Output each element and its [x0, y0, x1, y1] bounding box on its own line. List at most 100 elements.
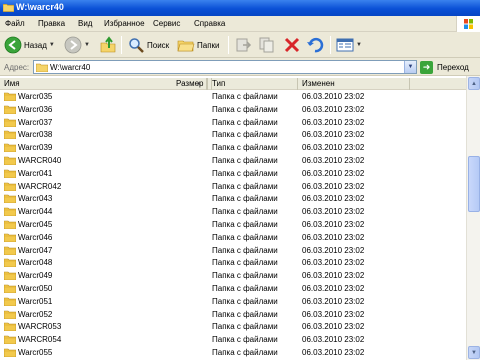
table-row[interactable]: Warcr035 Папка с файлами 06.03.2010 23:02 — [0, 90, 466, 103]
file-type: Папка с файлами — [212, 347, 278, 357]
move-to-icon — [236, 38, 252, 52]
table-row[interactable]: Warcr048 Папка с файлами 06.03.2010 23:02 — [0, 256, 466, 269]
menu-view[interactable]: Вид — [78, 19, 92, 28]
file-modified: 06.03.2010 23:02 — [302, 309, 365, 319]
file-name: WARCR040 — [18, 155, 62, 165]
folder-icon — [4, 233, 16, 242]
table-row[interactable]: WARCR042 Папка с файлами 06.03.2010 23:02 — [0, 180, 466, 193]
table-row[interactable]: Warcr037 Папка с файлами 06.03.2010 23:02 — [0, 116, 466, 129]
table-row[interactable]: Warcr038 Папка с файлами 06.03.2010 23:02 — [0, 128, 466, 141]
menu-file[interactable]: Файл — [5, 19, 25, 28]
file-modified: 06.03.2010 23:02 — [302, 117, 365, 127]
move-to-button[interactable] — [234, 35, 252, 55]
table-row[interactable]: Warcr036 Папка с файлами 06.03.2010 23:02 — [0, 103, 466, 116]
file-modified: 06.03.2010 23:02 — [302, 130, 365, 140]
table-row[interactable]: Warcr041 Папка с файлами 06.03.2010 23:02 — [0, 167, 466, 180]
folder-icon — [4, 169, 16, 178]
delete-button[interactable] — [283, 35, 301, 55]
column-headers: Имя ▲ Размер Тип Изменен — [0, 78, 466, 90]
file-type: Папка с файлами — [212, 143, 278, 153]
menu-edit[interactable]: Правка — [38, 19, 65, 28]
file-modified: 06.03.2010 23:02 — [302, 335, 365, 345]
toolbar-separator — [121, 36, 122, 54]
file-modified: 06.03.2010 23:02 — [302, 219, 365, 229]
column-header-size[interactable]: Размер — [172, 78, 208, 90]
up-button[interactable] — [99, 35, 117, 55]
vertical-scrollbar[interactable]: ▲ ▼ — [466, 76, 480, 360]
file-name: Warcr049 — [18, 271, 53, 281]
scroll-down-button[interactable]: ▼ — [468, 346, 480, 359]
file-type: Папка с файлами — [212, 117, 278, 127]
column-header-modified-label: Изменен — [302, 79, 335, 88]
file-type: Папка с файлами — [212, 219, 278, 229]
menu-bar: Файл Правка Вид Избранное Сервис Справка — [0, 16, 480, 32]
column-header-type-label: Тип — [212, 79, 226, 88]
file-modified: 06.03.2010 23:02 — [302, 258, 365, 268]
forward-button[interactable]: ▼ — [64, 35, 90, 55]
file-type: Папка с файлами — [212, 232, 278, 242]
file-modified: 06.03.2010 23:02 — [302, 155, 365, 165]
folder-icon — [4, 207, 16, 217]
file-name: Warcr038 — [18, 130, 53, 140]
menu-favorites[interactable]: Избранное — [104, 19, 145, 28]
table-row[interactable]: Warcr044 Папка с файлами 06.03.2010 23:02 — [0, 205, 466, 218]
file-type: Папка с файлами — [212, 309, 278, 319]
copy-to-button[interactable] — [258, 35, 276, 55]
file-name: WARCR042 — [18, 181, 62, 191]
file-modified: 06.03.2010 23:02 — [302, 168, 365, 178]
scroll-up-button[interactable]: ▲ — [468, 77, 480, 90]
column-header-type[interactable]: Тип — [208, 78, 298, 90]
file-list[interactable]: Имя ▲ Размер Тип Изменен Warcr035 Папка с… — [0, 76, 466, 360]
table-row[interactable]: Warcr039 Папка с файлами 06.03.2010 23:02 — [0, 141, 466, 154]
column-header-modified[interactable]: Изменен — [298, 78, 410, 90]
views-dropdown-icon[interactable]: ▼ — [356, 42, 362, 48]
table-row[interactable]: Warcr055 Папка с файлами 06.03.2010 23:02 — [0, 346, 466, 359]
file-name: Warcr045 — [18, 219, 53, 229]
folder-icon — [4, 143, 16, 153]
folder-icon — [4, 310, 16, 319]
up-folder-icon — [100, 36, 116, 53]
table-row[interactable]: Warcr051 Папка с файлами 06.03.2010 23:02 — [0, 295, 466, 308]
search-button[interactable]: Поиск — [127, 35, 169, 55]
table-row[interactable]: WARCR054 Папка с файлами 06.03.2010 23:02 — [0, 333, 466, 346]
file-type: Папка с файлами — [212, 245, 278, 255]
folder-icon — [4, 348, 16, 357]
address-input[interactable]: W:\warcr40 ▼ — [33, 60, 417, 74]
toolbar-separator — [330, 36, 331, 54]
menu-help[interactable]: Справка — [194, 19, 225, 28]
title-bar[interactable]: W:\warcr40 — [0, 0, 480, 16]
table-row[interactable]: Warcr045 Папка с файлами 06.03.2010 23:02 — [0, 218, 466, 231]
file-modified: 06.03.2010 23:02 — [302, 104, 365, 114]
scroll-thumb[interactable] — [468, 156, 480, 212]
file-type: Папка с файлами — [212, 194, 278, 204]
file-type: Папка с файлами — [212, 296, 278, 306]
file-rows: Warcr035 Папка с файлами 06.03.2010 23:02 W… — [0, 90, 466, 359]
address-value: W:\warcr40 — [50, 63, 91, 72]
file-type: Папка с файлами — [212, 335, 278, 345]
table-row[interactable]: Warcr047 Папка с файлами 06.03.2010 23:02 — [0, 244, 466, 257]
table-row[interactable]: WARCR040 Папка с файлами 06.03.2010 23:02 — [0, 154, 466, 167]
folders-button[interactable]: Папки — [177, 35, 220, 55]
column-header-size-label: Размер — [176, 79, 204, 88]
menu-tools[interactable]: Сервис — [153, 19, 180, 28]
file-type: Папка с файлами — [212, 104, 278, 114]
back-button[interactable]: Назад ▼ — [4, 35, 55, 55]
table-row[interactable]: Warcr052 Папка с файлами 06.03.2010 23:02 — [0, 308, 466, 321]
go-button[interactable]: ➜ Переход — [420, 60, 469, 74]
undo-button[interactable] — [306, 35, 324, 55]
forward-dropdown-icon[interactable]: ▼ — [84, 42, 90, 48]
back-dropdown-icon[interactable]: ▼ — [49, 42, 55, 48]
table-row[interactable]: Warcr049 Папка с файлами 06.03.2010 23:02 — [0, 269, 466, 282]
folder-icon — [4, 156, 16, 165]
views-button[interactable]: ▼ — [336, 35, 362, 55]
file-modified: 06.03.2010 23:02 — [302, 143, 365, 153]
table-row[interactable]: Warcr043 Папка с файлами 06.03.2010 23:02 — [0, 192, 466, 205]
address-dropdown-button[interactable]: ▼ — [404, 61, 416, 73]
file-modified: 06.03.2010 23:02 — [302, 194, 365, 204]
table-row[interactable]: Warcr046 Папка с файлами 06.03.2010 23:02 — [0, 231, 466, 244]
table-row[interactable]: Warcr050 Папка с файлами 06.03.2010 23:02 — [0, 282, 466, 295]
folder-icon — [4, 246, 16, 255]
views-icon — [336, 38, 354, 52]
folder-icon — [4, 195, 16, 204]
table-row[interactable]: WARCR053 Папка с файлами 06.03.2010 23:02 — [0, 320, 466, 333]
